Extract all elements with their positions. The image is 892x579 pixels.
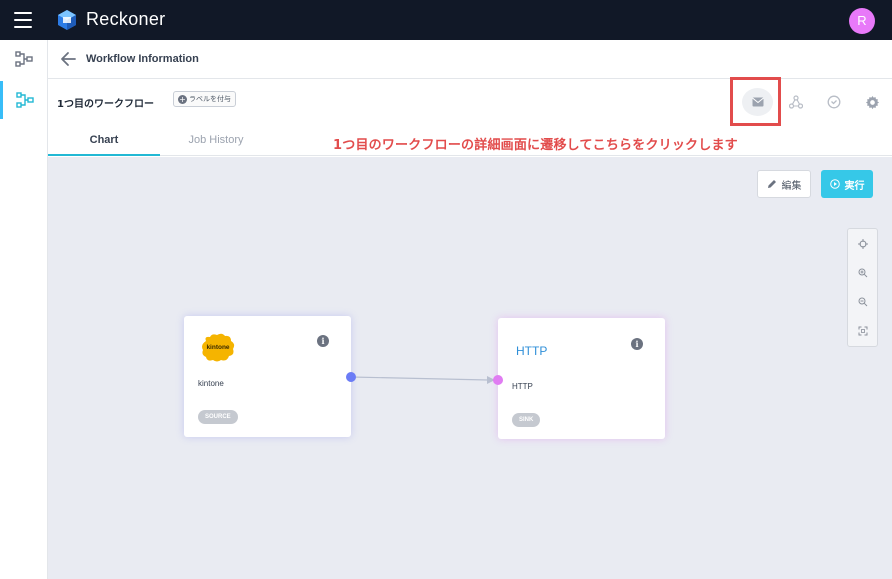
sink-node[interactable]: HTTP i HTTP SINK [498, 318, 665, 439]
kintone-logo: kintone [202, 333, 235, 362]
source-node-name: kintone [198, 379, 224, 388]
input-port[interactable] [493, 375, 503, 385]
info-icon[interactable]: i [317, 335, 329, 347]
connection-edge [350, 376, 495, 384]
sink-badge: SINK [512, 413, 541, 427]
info-icon[interactable]: i [631, 338, 643, 350]
source-node[interactable]: kintone i kintone SOURCE [184, 316, 351, 437]
kintone-logo-text: kintone [206, 344, 229, 351]
sink-node-name: HTTP [512, 382, 533, 391]
source-badge: SOURCE [198, 410, 238, 424]
output-port[interactable] [346, 372, 356, 382]
http-logo: HTTP [516, 344, 548, 358]
